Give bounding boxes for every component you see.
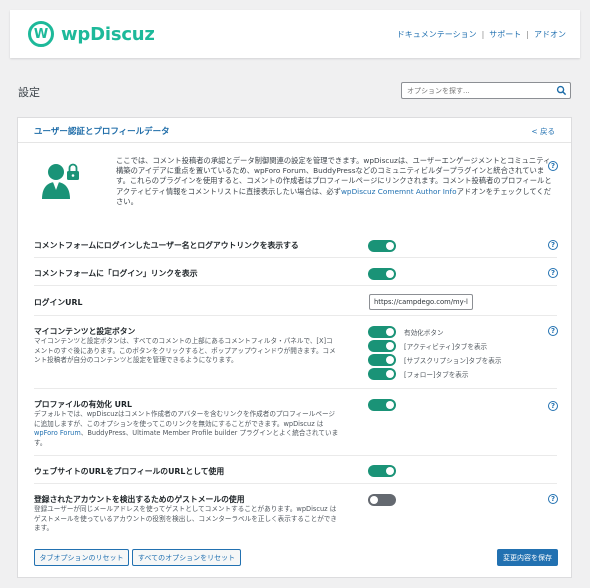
search-icon[interactable]: [556, 85, 567, 96]
help-icon[interactable]: ?: [548, 326, 558, 336]
toggle-profile-url[interactable]: [368, 399, 396, 411]
reset-tab-options-button[interactable]: タブオプションのリセット: [34, 549, 129, 566]
top-header: W wpDiscuz ドキュメンテーション | サポート | アドオン: [10, 10, 580, 58]
toggle-guest-email[interactable]: [368, 494, 396, 506]
setting-description: デフォルトでは、wpDiscuzはコメント作成者のアバターを含むリンクを作成者の…: [34, 410, 339, 448]
setting-row-my-content: マイコンテンツと設定ボタン マイコンテンツと設定ボタンは、すべてのコメントの上部…: [34, 316, 557, 389]
setting-label: コメントフォームに「ログイン」リンクを表示: [34, 269, 198, 278]
help-icon[interactable]: ?: [548, 240, 558, 250]
help-icon[interactable]: ?: [548, 401, 558, 411]
setting-description: マイコンテンツと設定ボタンは、すべてのコメントの上部にあるコメントフィルタ・パネ…: [34, 337, 336, 365]
nav-separator: |: [481, 30, 485, 39]
option-label: [フォロー]タブを表示: [404, 371, 469, 379]
option-label: [サブスクリプション]タブを表示: [404, 357, 502, 365]
reset-all-options-button[interactable]: すべてのオプションをリセット: [132, 549, 241, 566]
page-title: 設定: [18, 86, 40, 99]
option-search-input[interactable]: [402, 83, 552, 98]
toggle-subscription-tab[interactable]: [368, 354, 396, 366]
toggle-enable-button[interactable]: [368, 326, 396, 338]
description-text: デフォルトでは、wpDiscuzはコメント作成者のアバターを含むリンクを作成者の…: [34, 410, 336, 428]
setting-label: ログインURL: [34, 298, 83, 307]
toggle-follow-tab[interactable]: [368, 368, 396, 380]
help-icon[interactable]: ?: [548, 161, 558, 171]
nav-addons-link[interactable]: アドオン: [534, 29, 566, 40]
help-icon[interactable]: ?: [548, 268, 558, 278]
intro-text: ここでは、コメント投稿者の承認とデータ制御関連の設定を管理できます。wpDisc…: [116, 156, 556, 207]
setting-row-website-url: ウェブサイトのURLをプロフィールのURLとして使用: [34, 456, 557, 484]
wpdiscuz-logo[interactable]: W wpDiscuz: [28, 21, 155, 47]
setting-row-login-url: ログインURL: [34, 286, 557, 316]
nav-separator: |: [526, 30, 529, 39]
setting-label: 登録されたアカウントを検出するためのゲストメールの使用: [34, 495, 245, 504]
setting-label: マイコンテンツと設定ボタン: [34, 327, 136, 336]
option-label: [アクティビティ]タブを表示: [404, 343, 488, 351]
toggle-login-link[interactable]: [368, 268, 396, 280]
setting-label: コメントフォームにログインしたユーザー名とログアウトリンクを表示する: [34, 241, 299, 250]
setting-row-logged-in-username: コメントフォームにログインしたユーザー名とログアウトリンクを表示する: [34, 230, 557, 258]
option-label: 有効化ボタン: [404, 329, 444, 337]
wpforo-forum-link[interactable]: wpForo Forum: [34, 429, 81, 437]
settings-panel: ユーザー認証とプロフィールデータ < 戻る ここでは、コメント投稿者の承認とデー…: [17, 117, 572, 578]
setting-row-guest-email: 登録されたアカウントを検出するためのゲストメールの使用 登録ユーザーが同じメール…: [34, 484, 557, 540]
intro-section: ここでは、コメント投稿者の承認とデータ制御関連の設定を管理できます。wpDisc…: [34, 156, 554, 218]
panel-header: ユーザー認証とプロフィールデータ < 戻る: [18, 118, 571, 143]
save-changes-button[interactable]: 変更内容を保存: [497, 549, 558, 566]
toggle-activity-tab[interactable]: [368, 340, 396, 352]
setting-row-profile-url: プロファイルの有効化 URL デフォルトでは、wpDiscuzはコメント作成者の…: [34, 389, 557, 456]
back-link[interactable]: < 戻る: [531, 126, 555, 137]
logo-icon: W: [28, 21, 54, 47]
top-navigation: ドキュメンテーション | サポート | アドオン: [397, 29, 566, 40]
setting-description: 登録ユーザーが同じメールアドレスを使ってゲストとしてコメントすることがあります。…: [34, 505, 337, 533]
panel-title: ユーザー認証とプロフィールデータ: [34, 127, 170, 137]
help-icon[interactable]: ?: [548, 494, 558, 504]
login-url-input[interactable]: [369, 294, 473, 310]
setting-label: ウェブサイトのURLをプロフィールのURLとして使用: [34, 467, 225, 476]
toggle-logged-in-username[interactable]: [368, 240, 396, 252]
logo-text: wpDiscuz: [61, 23, 155, 45]
author-info-addon-link[interactable]: wpDiscuz Comemnt Author Info: [341, 187, 457, 196]
toggle-website-url[interactable]: [368, 465, 396, 477]
setting-row-login-link: コメントフォームに「ログイン」リンクを表示: [34, 258, 557, 286]
option-search-box[interactable]: [401, 82, 571, 99]
user-lock-icon: [42, 163, 79, 199]
nav-support-link[interactable]: サポート: [489, 29, 521, 40]
setting-label: プロファイルの有効化 URL: [34, 400, 132, 409]
nav-documentation-link[interactable]: ドキュメンテーション: [397, 29, 477, 40]
